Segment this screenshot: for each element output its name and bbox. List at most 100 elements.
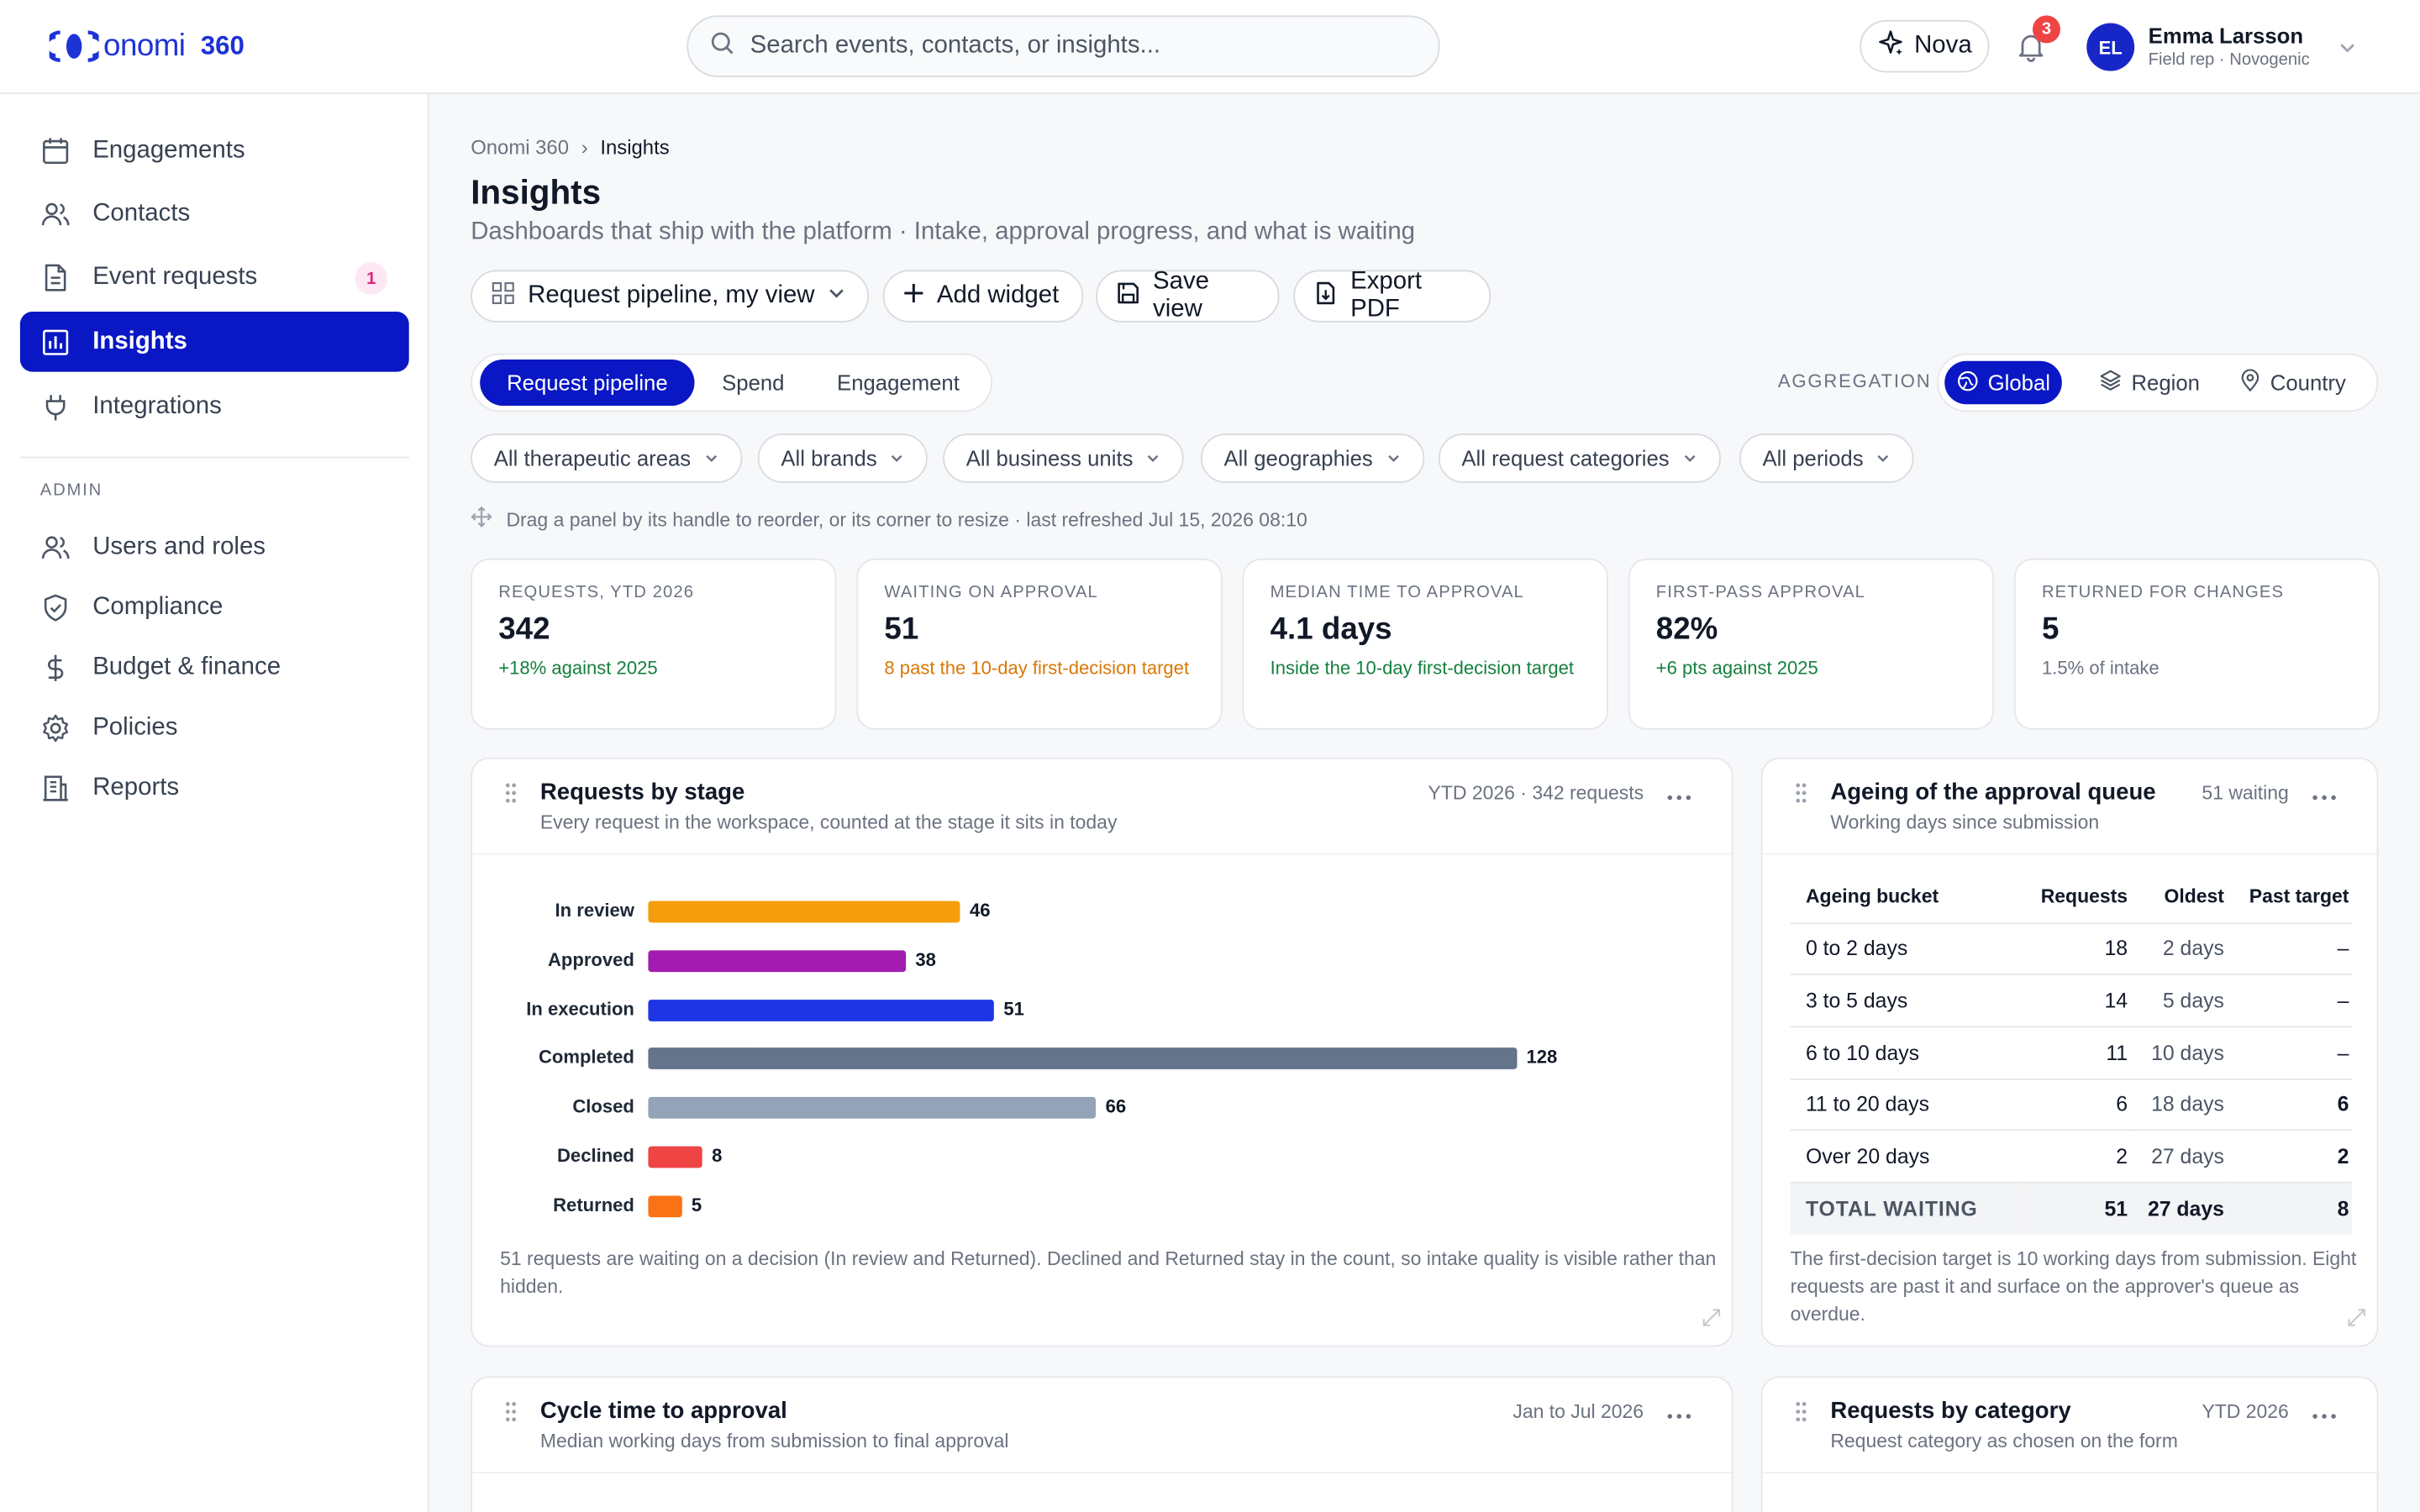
sidebar-item-label: Engagements bbox=[92, 136, 245, 163]
sidebar-item-users-and-roles[interactable]: Users and roles bbox=[20, 517, 409, 577]
aggregation-country[interactable]: Country bbox=[2227, 361, 2358, 404]
drag-handle-icon[interactable] bbox=[1793, 780, 1808, 813]
tab-engagement[interactable]: Engagement bbox=[813, 360, 983, 406]
ageing-queue-panel: Ageing of the approval queue Working day… bbox=[1760, 757, 2379, 1347]
map-pin-icon bbox=[2239, 369, 2261, 396]
filter-therapeutic-areas[interactable]: All therapeutic areas bbox=[471, 433, 742, 483]
filter-geographies[interactable]: All geographies bbox=[1200, 433, 1424, 483]
table-total-row: TOTAL WAITING 51 27 days 8 bbox=[1790, 1182, 2353, 1235]
panel-subtitle: Working days since submission bbox=[1830, 811, 2100, 833]
more-options-icon[interactable] bbox=[1665, 1403, 1693, 1425]
search-input[interactable] bbox=[750, 32, 1399, 60]
sidebar-item-reports[interactable]: Reports bbox=[20, 758, 409, 818]
cycle-time-panel: Cycle time to approval Median working da… bbox=[471, 1376, 1733, 1512]
aggregation-country-label: Country bbox=[2270, 370, 2346, 396]
bar-closed[interactable] bbox=[648, 1097, 1097, 1119]
oldest-age: 2 days bbox=[2130, 922, 2228, 976]
bar-label-completed: Completed bbox=[538, 1047, 634, 1068]
export-pdf-button[interactable]: Export PDF bbox=[1293, 269, 1491, 323]
more-options-icon[interactable] bbox=[2311, 1403, 2338, 1425]
resize-handle-icon[interactable] bbox=[1701, 1307, 1723, 1336]
sidebar-item-label: Event requests bbox=[92, 263, 258, 290]
avatar[interactable]: EL bbox=[2086, 23, 2135, 71]
add-widget-button[interactable]: Add widget bbox=[882, 270, 1084, 323]
app-logo[interactable]: onomi 360 bbox=[49, 26, 245, 66]
filter-business-units[interactable]: All business units bbox=[943, 433, 1185, 483]
kpi-note: Inside the 10-day first-decision target bbox=[1270, 657, 1575, 680]
globe-icon bbox=[1957, 370, 1979, 396]
kpi-label: RETURNED FOR CHANGES bbox=[2041, 583, 2285, 602]
requests-count: 18 bbox=[2021, 922, 2131, 976]
filter-brands[interactable]: All brands bbox=[757, 433, 929, 483]
sidebar-item-integrations[interactable]: Integrations bbox=[20, 376, 409, 437]
aggregation-global[interactable]: Global bbox=[1944, 360, 2063, 405]
table-row: Over 20 days 2 27 days 2 bbox=[1790, 1130, 2353, 1184]
global-search[interactable] bbox=[687, 15, 1440, 77]
past-target-count: 2 bbox=[2227, 1130, 2353, 1184]
sidebar-item-label: Policies bbox=[92, 713, 178, 740]
bar-label-in-execution: In execution bbox=[526, 997, 634, 1020]
sidebar-item-insights[interactable]: Insights bbox=[19, 312, 409, 372]
tab-request-pipeline[interactable]: Request pipeline bbox=[480, 359, 695, 407]
user-name[interactable]: Emma Larsson bbox=[2149, 24, 2303, 48]
drag-handle-icon[interactable] bbox=[1793, 1399, 1808, 1432]
filter-label: All periods bbox=[1762, 445, 1864, 471]
table-header-row: Ageing bucket Requests Oldest Past targe… bbox=[1790, 869, 2353, 924]
more-options-icon[interactable] bbox=[2311, 784, 2338, 806]
user-role: Field rep · Novogenic bbox=[2148, 50, 2310, 70]
panel-title: Requests by category bbox=[1830, 1398, 2071, 1425]
kpi-value: 342 bbox=[498, 612, 550, 647]
building-icon bbox=[40, 772, 71, 803]
save-view-button[interactable]: Save view bbox=[1096, 268, 1280, 323]
requests-by-category-panel: Requests by category Request category as… bbox=[1760, 1376, 2379, 1512]
oldest-age: 5 days bbox=[2130, 974, 2228, 1028]
bar-value-declined: 8 bbox=[712, 1144, 723, 1167]
sidebar-item-label: Budget & finance bbox=[92, 653, 281, 680]
tab-spend[interactable]: Spend bbox=[697, 360, 808, 406]
save-view-label: Save view bbox=[1153, 268, 1209, 323]
bar-completed[interactable] bbox=[648, 1047, 1518, 1070]
sidebar-divider bbox=[19, 456, 409, 459]
table-row: 11 to 20 days 6 18 days 6 bbox=[1790, 1078, 2353, 1131]
aggregation-region[interactable]: Region bbox=[2086, 361, 2212, 404]
sidebar-item-engagements[interactable]: Engagements bbox=[20, 120, 409, 181]
resize-handle-icon[interactable] bbox=[2346, 1307, 2368, 1336]
panel-header: Requests by category Request category as… bbox=[1762, 1378, 2377, 1474]
more-options-icon[interactable] bbox=[1665, 784, 1693, 806]
view-selector-button[interactable]: Request pipeline, my view bbox=[471, 270, 870, 323]
kpi-note: 8 past the 10-day first-decision target bbox=[884, 657, 1190, 680]
sidebar-item-contacts[interactable]: Contacts bbox=[20, 184, 409, 244]
ageing-bucket: 0 to 2 days bbox=[1790, 922, 2022, 976]
bar-approved[interactable] bbox=[648, 950, 907, 972]
column-header: Requests bbox=[2021, 869, 2131, 924]
kpi-value: 5 bbox=[2041, 612, 2060, 647]
ageing-bucket: 6 to 10 days bbox=[1790, 1026, 2022, 1079]
nova-assistant-button[interactable]: Nova bbox=[1860, 19, 1990, 73]
filter-periods[interactable]: All periods bbox=[1739, 433, 1915, 483]
sidebar-item-compliance[interactable]: Compliance bbox=[20, 577, 409, 638]
drag-handle-icon[interactable] bbox=[503, 780, 518, 813]
sidebar-item-label: Insights bbox=[92, 328, 187, 354]
bar-in-execution[interactable] bbox=[648, 999, 995, 1021]
past-target-count: – bbox=[2227, 922, 2353, 976]
bar-in-review[interactable] bbox=[648, 900, 961, 923]
bar-declined[interactable] bbox=[648, 1146, 703, 1168]
logo-mark-icon bbox=[49, 28, 99, 65]
sidebar-item-policies[interactable]: Policies bbox=[20, 697, 409, 758]
kpi-value: 4.1 days bbox=[1270, 612, 1392, 647]
bar-label-returned: Returned bbox=[553, 1194, 634, 1215]
bar-returned[interactable] bbox=[648, 1195, 682, 1217]
panel-subtitle: Request category as chosen on the form bbox=[1830, 1430, 2178, 1452]
sidebar-item-budget-finance[interactable]: Budget & finance bbox=[20, 638, 409, 698]
breadcrumb-root[interactable]: Onomi 360 bbox=[471, 136, 569, 160]
logo-suffix: 360 bbox=[200, 30, 245, 60]
sidebar: Engagements Contacts Event requests 1 In… bbox=[0, 94, 429, 1512]
chevron-down-icon bbox=[1145, 446, 1160, 470]
chevron-down-icon[interactable] bbox=[2338, 37, 2357, 65]
panel-title: Cycle time to approval bbox=[539, 1398, 787, 1425]
sidebar-item-event-requests[interactable]: Event requests 1 bbox=[20, 247, 409, 307]
dashboard-tabs: Request pipeline Spend Engagement bbox=[471, 353, 992, 412]
bar-label-closed: Closed bbox=[572, 1095, 634, 1118]
drag-handle-icon[interactable] bbox=[503, 1399, 518, 1432]
filter-request-categories[interactable]: All request categories bbox=[1438, 433, 1721, 483]
